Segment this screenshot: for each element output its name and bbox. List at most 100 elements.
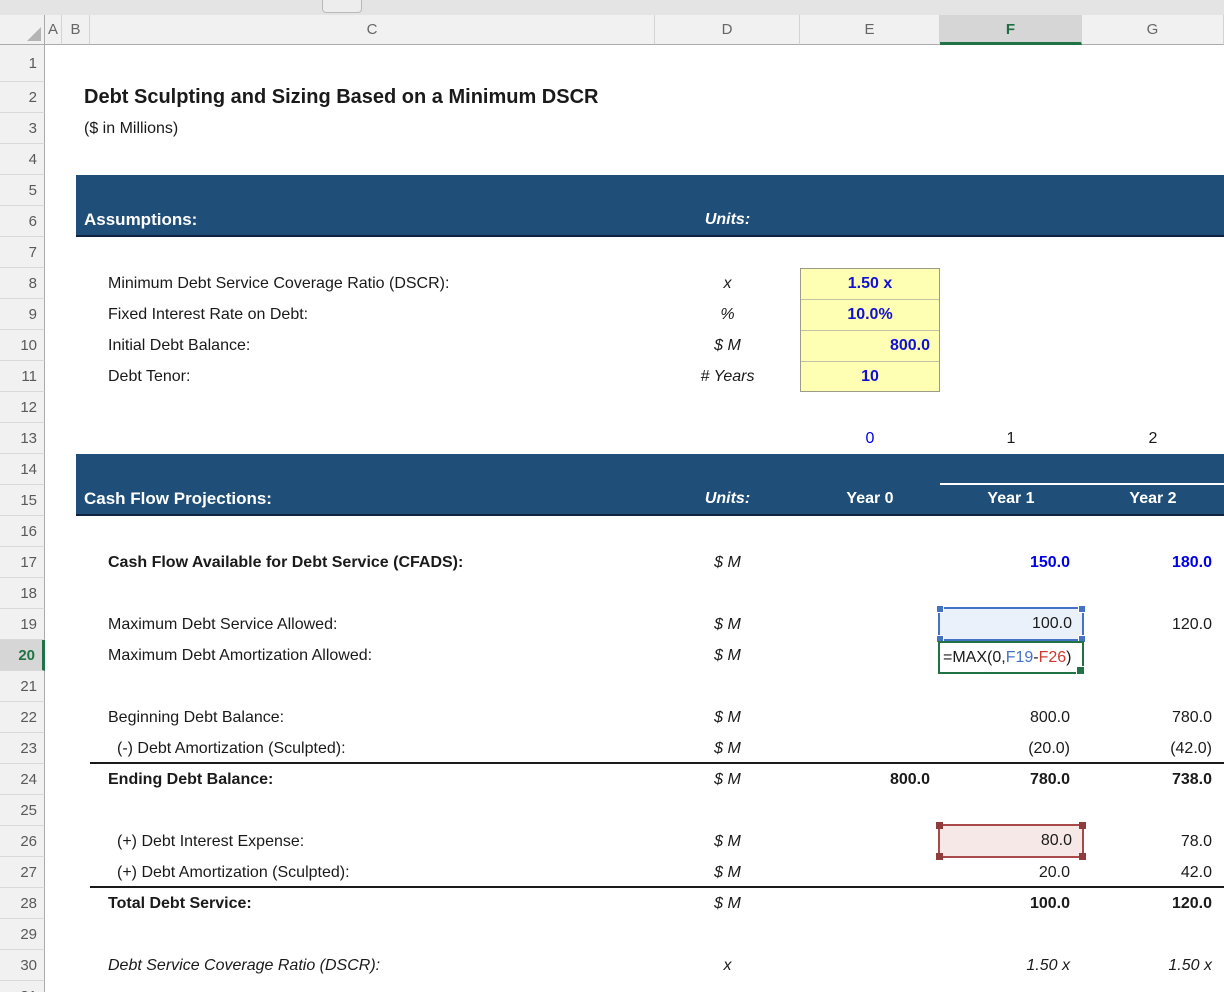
selection-handle[interactable] bbox=[1078, 605, 1086, 613]
period-number-1[interactable]: 1 bbox=[940, 423, 1082, 454]
formula-bar-resize-handle[interactable] bbox=[322, 0, 362, 13]
ending-balance-year1-value[interactable]: 780.0 bbox=[940, 764, 1070, 795]
period-number-2[interactable]: 2 bbox=[1082, 423, 1224, 454]
row-header-23[interactable]: 23 bbox=[0, 733, 45, 764]
total-debt-service-unit: $ M bbox=[655, 888, 800, 919]
formula-ref-F19: F19 bbox=[1006, 649, 1034, 666]
formula-prefix: =MAX(0, bbox=[943, 649, 1006, 666]
assumption-label-initial-balance: Initial Debt Balance: bbox=[108, 330, 250, 361]
row-header-31[interactable]: 31 bbox=[0, 981, 45, 992]
highlighted-cell-F26[interactable]: 80.0 bbox=[938, 824, 1084, 858]
assumption-label-debt-tenor: Debt Tenor: bbox=[108, 361, 190, 392]
assumption-label-interest-rate: Fixed Interest Rate on Debt: bbox=[108, 299, 308, 330]
assumption-unit-debt-tenor: # Years bbox=[655, 361, 800, 392]
debt-amort-pos-unit: $ M bbox=[655, 857, 800, 888]
ending-balance-year2-value[interactable]: 738.0 bbox=[1082, 764, 1212, 795]
row-header-29[interactable]: 29 bbox=[0, 919, 45, 950]
debt-amort-neg-year1-value[interactable]: (20.0) bbox=[940, 733, 1070, 764]
row-header-7[interactable]: 7 bbox=[0, 237, 45, 268]
column-header-B[interactable]: B bbox=[62, 15, 90, 45]
selection-handle[interactable] bbox=[936, 605, 944, 613]
ending-balance-year0-value[interactable]: 800.0 bbox=[800, 764, 930, 795]
row-header-19[interactable]: 19 bbox=[0, 609, 45, 640]
fill-handle[interactable] bbox=[1076, 666, 1085, 675]
year-2-header: Year 2 bbox=[1082, 483, 1224, 514]
row-header-3[interactable]: 3 bbox=[0, 113, 45, 144]
row-header-16[interactable]: 16 bbox=[0, 516, 45, 547]
input-cell-min-dscr[interactable]: 1.50 x bbox=[801, 269, 939, 300]
row-header-18[interactable]: 18 bbox=[0, 578, 45, 609]
selection-handle[interactable] bbox=[1079, 822, 1086, 829]
debt-amort-pos-year1-value[interactable]: 20.0 bbox=[940, 857, 1070, 888]
column-header-F[interactable]: F bbox=[940, 15, 1082, 45]
beginning-balance-year1-value[interactable]: 800.0 bbox=[940, 702, 1070, 733]
dscr-year1-value[interactable]: 1.50 x bbox=[940, 950, 1070, 981]
row-header-9[interactable]: 9 bbox=[0, 299, 45, 330]
row-header-27[interactable]: 27 bbox=[0, 857, 45, 888]
row-header-1[interactable]: 1 bbox=[0, 45, 45, 82]
cfads-year1-value[interactable]: 150.0 bbox=[940, 547, 1070, 578]
projections-section-band: Cash Flow Projections: Units: Year 0 Yea… bbox=[76, 454, 1224, 516]
input-cell-debt-tenor[interactable]: 10 bbox=[801, 362, 939, 393]
row-header-2[interactable]: 2 bbox=[0, 82, 45, 113]
row-header-26[interactable]: 26 bbox=[0, 826, 45, 857]
beginning-balance-label: Beginning Debt Balance: bbox=[108, 702, 284, 733]
interest-expense-unit: $ M bbox=[655, 826, 800, 857]
row-header-17[interactable]: 17 bbox=[0, 547, 45, 578]
selection-handle[interactable] bbox=[936, 822, 943, 829]
row-header-10[interactable]: 10 bbox=[0, 330, 45, 361]
row-header-28[interactable]: 28 bbox=[0, 888, 45, 919]
input-cell-initial-balance[interactable]: 800.0 bbox=[801, 331, 939, 362]
max-debt-service-year1-value: 100.0 bbox=[1032, 609, 1072, 639]
row-header-12[interactable]: 12 bbox=[0, 392, 45, 423]
row-header-15[interactable]: 15 bbox=[0, 485, 45, 516]
row-header-24[interactable]: 24 bbox=[0, 764, 45, 795]
debt-amort-pos-year2-value[interactable]: 42.0 bbox=[1082, 857, 1212, 888]
column-header-E[interactable]: E bbox=[800, 15, 940, 45]
row-header-8[interactable]: 8 bbox=[0, 268, 45, 299]
formula-text: =MAX(0,F19-F26) bbox=[943, 643, 1072, 672]
assumption-unit-dscr: x bbox=[655, 268, 800, 299]
ending-balance-label: Ending Debt Balance: bbox=[108, 764, 273, 795]
row-header-30[interactable]: 30 bbox=[0, 950, 45, 981]
year-1-header: Year 1 bbox=[940, 483, 1082, 514]
ending-balance-unit: $ M bbox=[655, 764, 800, 795]
formula-bar-edge bbox=[0, 0, 1224, 16]
max-debt-service-label: Maximum Debt Service Allowed: bbox=[108, 609, 337, 640]
assumption-input-block: 1.50 x 10.0% 800.0 10 bbox=[800, 268, 940, 392]
input-cell-interest-rate[interactable]: 10.0% bbox=[801, 300, 939, 331]
column-header-A[interactable]: A bbox=[45, 15, 62, 45]
cfads-label: Cash Flow Available for Debt Service (CF… bbox=[108, 547, 463, 578]
interest-expense-year2-value[interactable]: 78.0 bbox=[1082, 826, 1212, 857]
dscr-year2-value[interactable]: 1.50 x bbox=[1082, 950, 1212, 981]
cfads-year2-value[interactable]: 180.0 bbox=[1082, 547, 1212, 578]
formula-ref-F26: F26 bbox=[1039, 649, 1067, 666]
row-header-25[interactable]: 25 bbox=[0, 795, 45, 826]
period-number-0[interactable]: 0 bbox=[800, 423, 940, 454]
select-all-corner[interactable] bbox=[0, 15, 45, 45]
select-all-triangle-icon bbox=[27, 27, 41, 41]
total-debt-service-year2-value[interactable]: 120.0 bbox=[1082, 888, 1212, 919]
row-header-14[interactable]: 14 bbox=[0, 454, 45, 485]
max-debt-service-year2-value[interactable]: 120.0 bbox=[1082, 609, 1212, 640]
row-header-20[interactable]: 20 bbox=[0, 640, 45, 671]
editing-cell-F20[interactable]: =MAX(0,F19-F26) bbox=[938, 641, 1084, 674]
projections-header: Cash Flow Projections: bbox=[84, 483, 272, 514]
assumption-unit-interest-rate: % bbox=[655, 299, 800, 330]
max-debt-service-unit: $ M bbox=[655, 609, 800, 640]
row-header-13[interactable]: 13 bbox=[0, 423, 45, 454]
row-header-6[interactable]: 6 bbox=[0, 206, 45, 237]
row-header-4[interactable]: 4 bbox=[0, 144, 45, 175]
column-header-G[interactable]: G bbox=[1082, 15, 1224, 45]
beginning-balance-unit: $ M bbox=[655, 702, 800, 733]
row-header-11[interactable]: 11 bbox=[0, 361, 45, 392]
row-header-5[interactable]: 5 bbox=[0, 175, 45, 206]
total-debt-service-year1-value[interactable]: 100.0 bbox=[940, 888, 1070, 919]
debt-amort-neg-year2-value[interactable]: (42.0) bbox=[1082, 733, 1212, 764]
row-header-21[interactable]: 21 bbox=[0, 671, 45, 702]
row-header-22[interactable]: 22 bbox=[0, 702, 45, 733]
beginning-balance-year2-value[interactable]: 780.0 bbox=[1082, 702, 1212, 733]
selected-cell-F19[interactable]: 100.0 bbox=[938, 607, 1084, 641]
column-header-C[interactable]: C bbox=[90, 15, 655, 45]
column-header-D[interactable]: D bbox=[655, 15, 800, 45]
